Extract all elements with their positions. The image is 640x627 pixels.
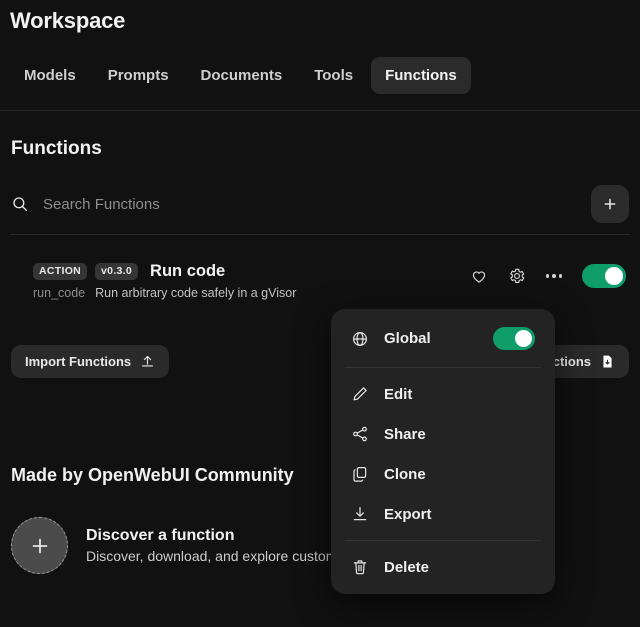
list-divider: [11, 234, 629, 235]
menu-item-global[interactable]: Global: [331, 316, 555, 361]
import-functions-label: Import Functions: [25, 353, 132, 369]
menu-item-delete[interactable]: Delete: [331, 547, 555, 587]
import-functions-button[interactable]: Import Functions: [11, 344, 170, 378]
trash-icon: [351, 558, 369, 576]
function-sub-line: run_code Run arbitrary code safely in a …: [33, 286, 296, 300]
function-type-badge: ACTION: [33, 263, 88, 280]
menu-item-edit[interactable]: Edit: [331, 374, 555, 414]
search-bar: [0, 182, 640, 226]
heart-icon[interactable]: [470, 267, 488, 285]
page-title: Workspace: [10, 8, 126, 33]
workspace-functions-page: Workspace Models Prompts Documents Tools…: [0, 0, 640, 627]
tab-documents[interactable]: Documents: [187, 57, 297, 94]
function-enabled-toggle[interactable]: [582, 264, 626, 288]
function-description: Run arbitrary code safely in a gVisor: [95, 286, 297, 300]
share-icon: [351, 425, 369, 443]
tab-functions[interactable]: Functions: [371, 57, 471, 94]
search-input[interactable]: [43, 195, 591, 213]
toggle-knob: [605, 267, 623, 285]
function-info: ACTION v0.3.0 Run code run_code Run arbi…: [33, 262, 296, 300]
menu-item-export-label: Export: [384, 505, 432, 523]
menu-item-clone-label: Clone: [384, 465, 426, 483]
discover-add-button[interactable]: [11, 517, 68, 574]
plus-icon: [604, 198, 616, 210]
function-context-menu: Global Edit Share Clone Export Delete: [331, 309, 555, 594]
search-icon: [11, 195, 29, 213]
community-heading: Made by OpenWebUI Community: [11, 465, 294, 485]
menu-item-export[interactable]: Export: [331, 494, 555, 534]
globe-icon: [351, 330, 369, 348]
document-download-icon: [603, 355, 612, 367]
menu-divider-top: [345, 367, 541, 368]
menu-item-edit-label: Edit: [384, 385, 413, 403]
function-actions: [470, 264, 626, 288]
menu-divider-bottom: [345, 540, 541, 541]
menu-item-delete-label: Delete: [384, 558, 430, 576]
menu-item-share[interactable]: Share: [331, 414, 555, 454]
header-divider: [0, 110, 640, 111]
gear-icon[interactable]: [508, 267, 526, 285]
add-function-button[interactable]: [591, 185, 629, 223]
function-name: Run code: [150, 262, 226, 280]
toggle-knob: [515, 330, 532, 347]
plus-icon: [32, 538, 47, 553]
menu-item-share-label: Share: [384, 425, 426, 443]
tab-tools[interactable]: Tools: [300, 57, 367, 94]
function-version-badge: v0.3.0: [95, 263, 139, 280]
tab-prompts[interactable]: Prompts: [94, 57, 183, 94]
menu-item-global-label: Global: [384, 330, 431, 347]
tab-models[interactable]: Models: [10, 57, 90, 94]
ellipsis-icon[interactable]: [545, 274, 562, 278]
pencil-icon: [351, 385, 369, 403]
global-toggle[interactable]: [493, 327, 535, 350]
upload-icon: [142, 355, 154, 366]
functions-heading: Functions: [11, 138, 102, 159]
function-title-line: ACTION v0.3.0 Run code: [33, 262, 296, 281]
copy-icon: [351, 465, 369, 483]
download-icon: [351, 505, 369, 523]
function-id: run_code: [33, 286, 86, 300]
menu-item-clone[interactable]: Clone: [331, 454, 555, 494]
workspace-tabbar: Models Prompts Documents Tools Functions: [10, 57, 471, 94]
